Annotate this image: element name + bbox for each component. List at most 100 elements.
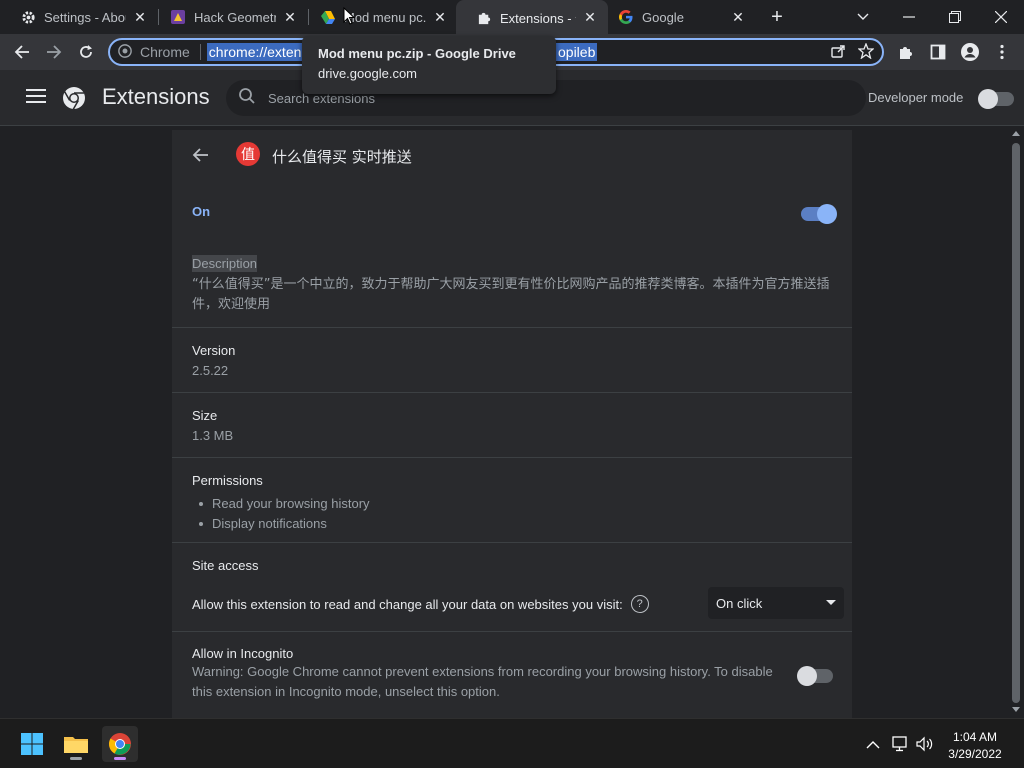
tab-google[interactable]: Google ✕ xyxy=(598,0,756,34)
omnibox-actions xyxy=(830,42,875,64)
network-icon[interactable] xyxy=(892,735,910,753)
tooltip-domain: drive.google.com xyxy=(318,66,417,81)
chrome-icon xyxy=(118,43,132,61)
back-arrow-icon[interactable] xyxy=(192,146,214,168)
forward-button[interactable] xyxy=(40,38,68,66)
chevron-up-icon[interactable] xyxy=(864,735,882,753)
scroll-down-arrow-icon[interactable] xyxy=(1012,707,1020,712)
scrollbar-thumb[interactable] xyxy=(1012,143,1020,703)
enabled-status-label: On xyxy=(192,204,211,219)
developer-mode-label: Developer mode xyxy=(868,90,964,105)
bookmark-star-icon[interactable] xyxy=(857,42,875,64)
chrome-icon xyxy=(109,733,131,755)
size-section: Size 1.3 MB xyxy=(172,392,852,457)
extension-name: 什么值得买 实时推送 xyxy=(272,148,412,166)
incognito-warning: Warning: Google Chrome cannot prevent ex… xyxy=(192,664,773,699)
google-icon xyxy=(618,9,634,25)
file-explorer-button[interactable] xyxy=(58,726,94,762)
puzzle-icon xyxy=(476,9,492,25)
tab-search-button[interactable] xyxy=(840,0,886,34)
url-text-tail[interactable]: opileb xyxy=(556,43,598,61)
volume-icon[interactable] xyxy=(916,735,934,753)
close-icon[interactable]: ✕ xyxy=(432,9,448,25)
tab-settings[interactable]: Settings - About Chrome ✕ xyxy=(0,0,158,34)
site-access-select[interactable]: On click xyxy=(708,587,844,619)
dropdown-caret-icon xyxy=(826,600,836,605)
description-text: “什么值得买”是一个中立的，致力于帮助广大网友买到更有性价比网购产品的推荐类博客… xyxy=(192,277,830,312)
tab-title: Extensions - 什么值得买 xyxy=(500,10,576,26)
windows-taskbar: 1:04 AM 3/29/2022 xyxy=(0,718,1024,768)
version-section: Version 2.5.22 xyxy=(172,327,852,392)
extension-detail-card: 值 什么值得买 实时推送 On Description “什么值得买”是一个中立… xyxy=(172,130,852,718)
close-icon[interactable]: ✕ xyxy=(132,9,148,25)
clock-date: 3/29/2022 xyxy=(948,747,1002,761)
active-indicator xyxy=(114,757,126,760)
tooltip-title: Mod menu pc.zip - Google Drive xyxy=(318,46,516,61)
version-title: Version xyxy=(192,343,236,358)
close-window-button[interactable] xyxy=(978,0,1024,34)
chip-divider xyxy=(199,44,201,60)
google-drive-icon xyxy=(320,9,336,25)
system-clock[interactable]: 1:04 AM 3/29/2022 xyxy=(940,729,1010,763)
windows-logo-icon xyxy=(21,733,43,755)
description-title: Description xyxy=(192,255,258,272)
incognito-toggle[interactable] xyxy=(797,666,833,686)
tab-title: Settings - About Chrome xyxy=(44,9,126,25)
site-access-value: On click xyxy=(716,595,763,611)
tab-strip: Settings - About Chrome ✕ Hack Geometry … xyxy=(0,0,1024,34)
new-tab-button[interactable]: + xyxy=(766,6,788,28)
tab-hover-card: Mod menu pc.zip - Google Drive drive.goo… xyxy=(302,36,556,94)
permissions-list: Read your browsing history Display notif… xyxy=(199,494,370,534)
tab-title: Hack Geometry Dash xyxy=(194,9,276,25)
search-icon xyxy=(238,87,256,110)
menu-icon[interactable] xyxy=(26,89,46,107)
mouse-cursor-icon xyxy=(343,6,356,25)
permission-item: Display notifications xyxy=(199,514,370,534)
running-indicator xyxy=(70,757,82,760)
reload-button[interactable] xyxy=(72,38,100,66)
site-access-title: Site access xyxy=(192,558,259,573)
chrome-logo-icon xyxy=(62,86,86,110)
folder-icon xyxy=(64,737,88,753)
extension-details-page: 值 什么值得买 实时推送 On Description “什么值得买”是一个中立… xyxy=(0,127,1008,718)
developer-mode-toggle[interactable] xyxy=(978,89,1014,109)
close-icon[interactable]: ✕ xyxy=(730,9,746,25)
incognito-title: Allow in Incognito xyxy=(192,646,294,661)
clock-time: 1:04 AM xyxy=(952,730,998,744)
profile-avatar-icon[interactable] xyxy=(958,40,982,64)
share-icon[interactable] xyxy=(830,43,846,64)
page-scrollbar[interactable] xyxy=(1008,127,1024,718)
tab-hack-geometry-dash[interactable]: Hack Geometry Dash ✕ xyxy=(150,0,308,34)
chrome-taskbar-button[interactable] xyxy=(102,726,138,762)
close-icon[interactable]: ✕ xyxy=(282,9,298,25)
scroll-up-arrow-icon[interactable] xyxy=(1012,131,1020,136)
game-icon xyxy=(170,9,186,25)
side-panel-icon[interactable] xyxy=(926,40,950,64)
version-value: 2.5.22 xyxy=(192,363,229,378)
tab-mod-menu-zip[interactable]: Mod menu pc.zip ✕ xyxy=(300,0,458,34)
help-icon[interactable]: ? xyxy=(630,595,649,613)
site-access-section: Site access Allow this extension to read… xyxy=(172,542,852,631)
minimize-button[interactable] xyxy=(886,0,932,34)
enable-toggle[interactable] xyxy=(801,204,837,224)
site-access-text: Allow this extension to read and change … xyxy=(192,596,623,612)
site-access-row: Allow this extension to read and change … xyxy=(192,595,649,613)
incognito-section: Allow in Incognito Warning: Google Chrom… xyxy=(172,631,852,717)
more-menu-icon[interactable] xyxy=(990,40,1014,64)
permission-item: Read your browsing history xyxy=(199,494,370,514)
page-title: Extensions xyxy=(102,84,210,109)
card-header: 值 什么值得买 实时推送 xyxy=(172,130,852,186)
site-chip-label: Chrome xyxy=(140,44,190,60)
extensions-puzzle-icon[interactable] xyxy=(894,40,918,64)
restore-button[interactable] xyxy=(932,0,978,34)
size-value: 1.3 MB xyxy=(192,428,234,443)
start-button[interactable] xyxy=(14,726,50,762)
back-button[interactable] xyxy=(8,38,36,66)
tab-title: Google xyxy=(642,9,684,25)
url-text[interactable]: chrome://exten xyxy=(206,43,304,61)
tab-extensions[interactable]: Extensions - 什么值得买 ✕ xyxy=(456,0,608,34)
site-chip[interactable]: Chrome xyxy=(110,43,207,61)
close-icon[interactable]: ✕ xyxy=(582,9,598,25)
tab-title: Mod menu pc.zip xyxy=(344,9,426,25)
gear-icon xyxy=(20,9,36,25)
